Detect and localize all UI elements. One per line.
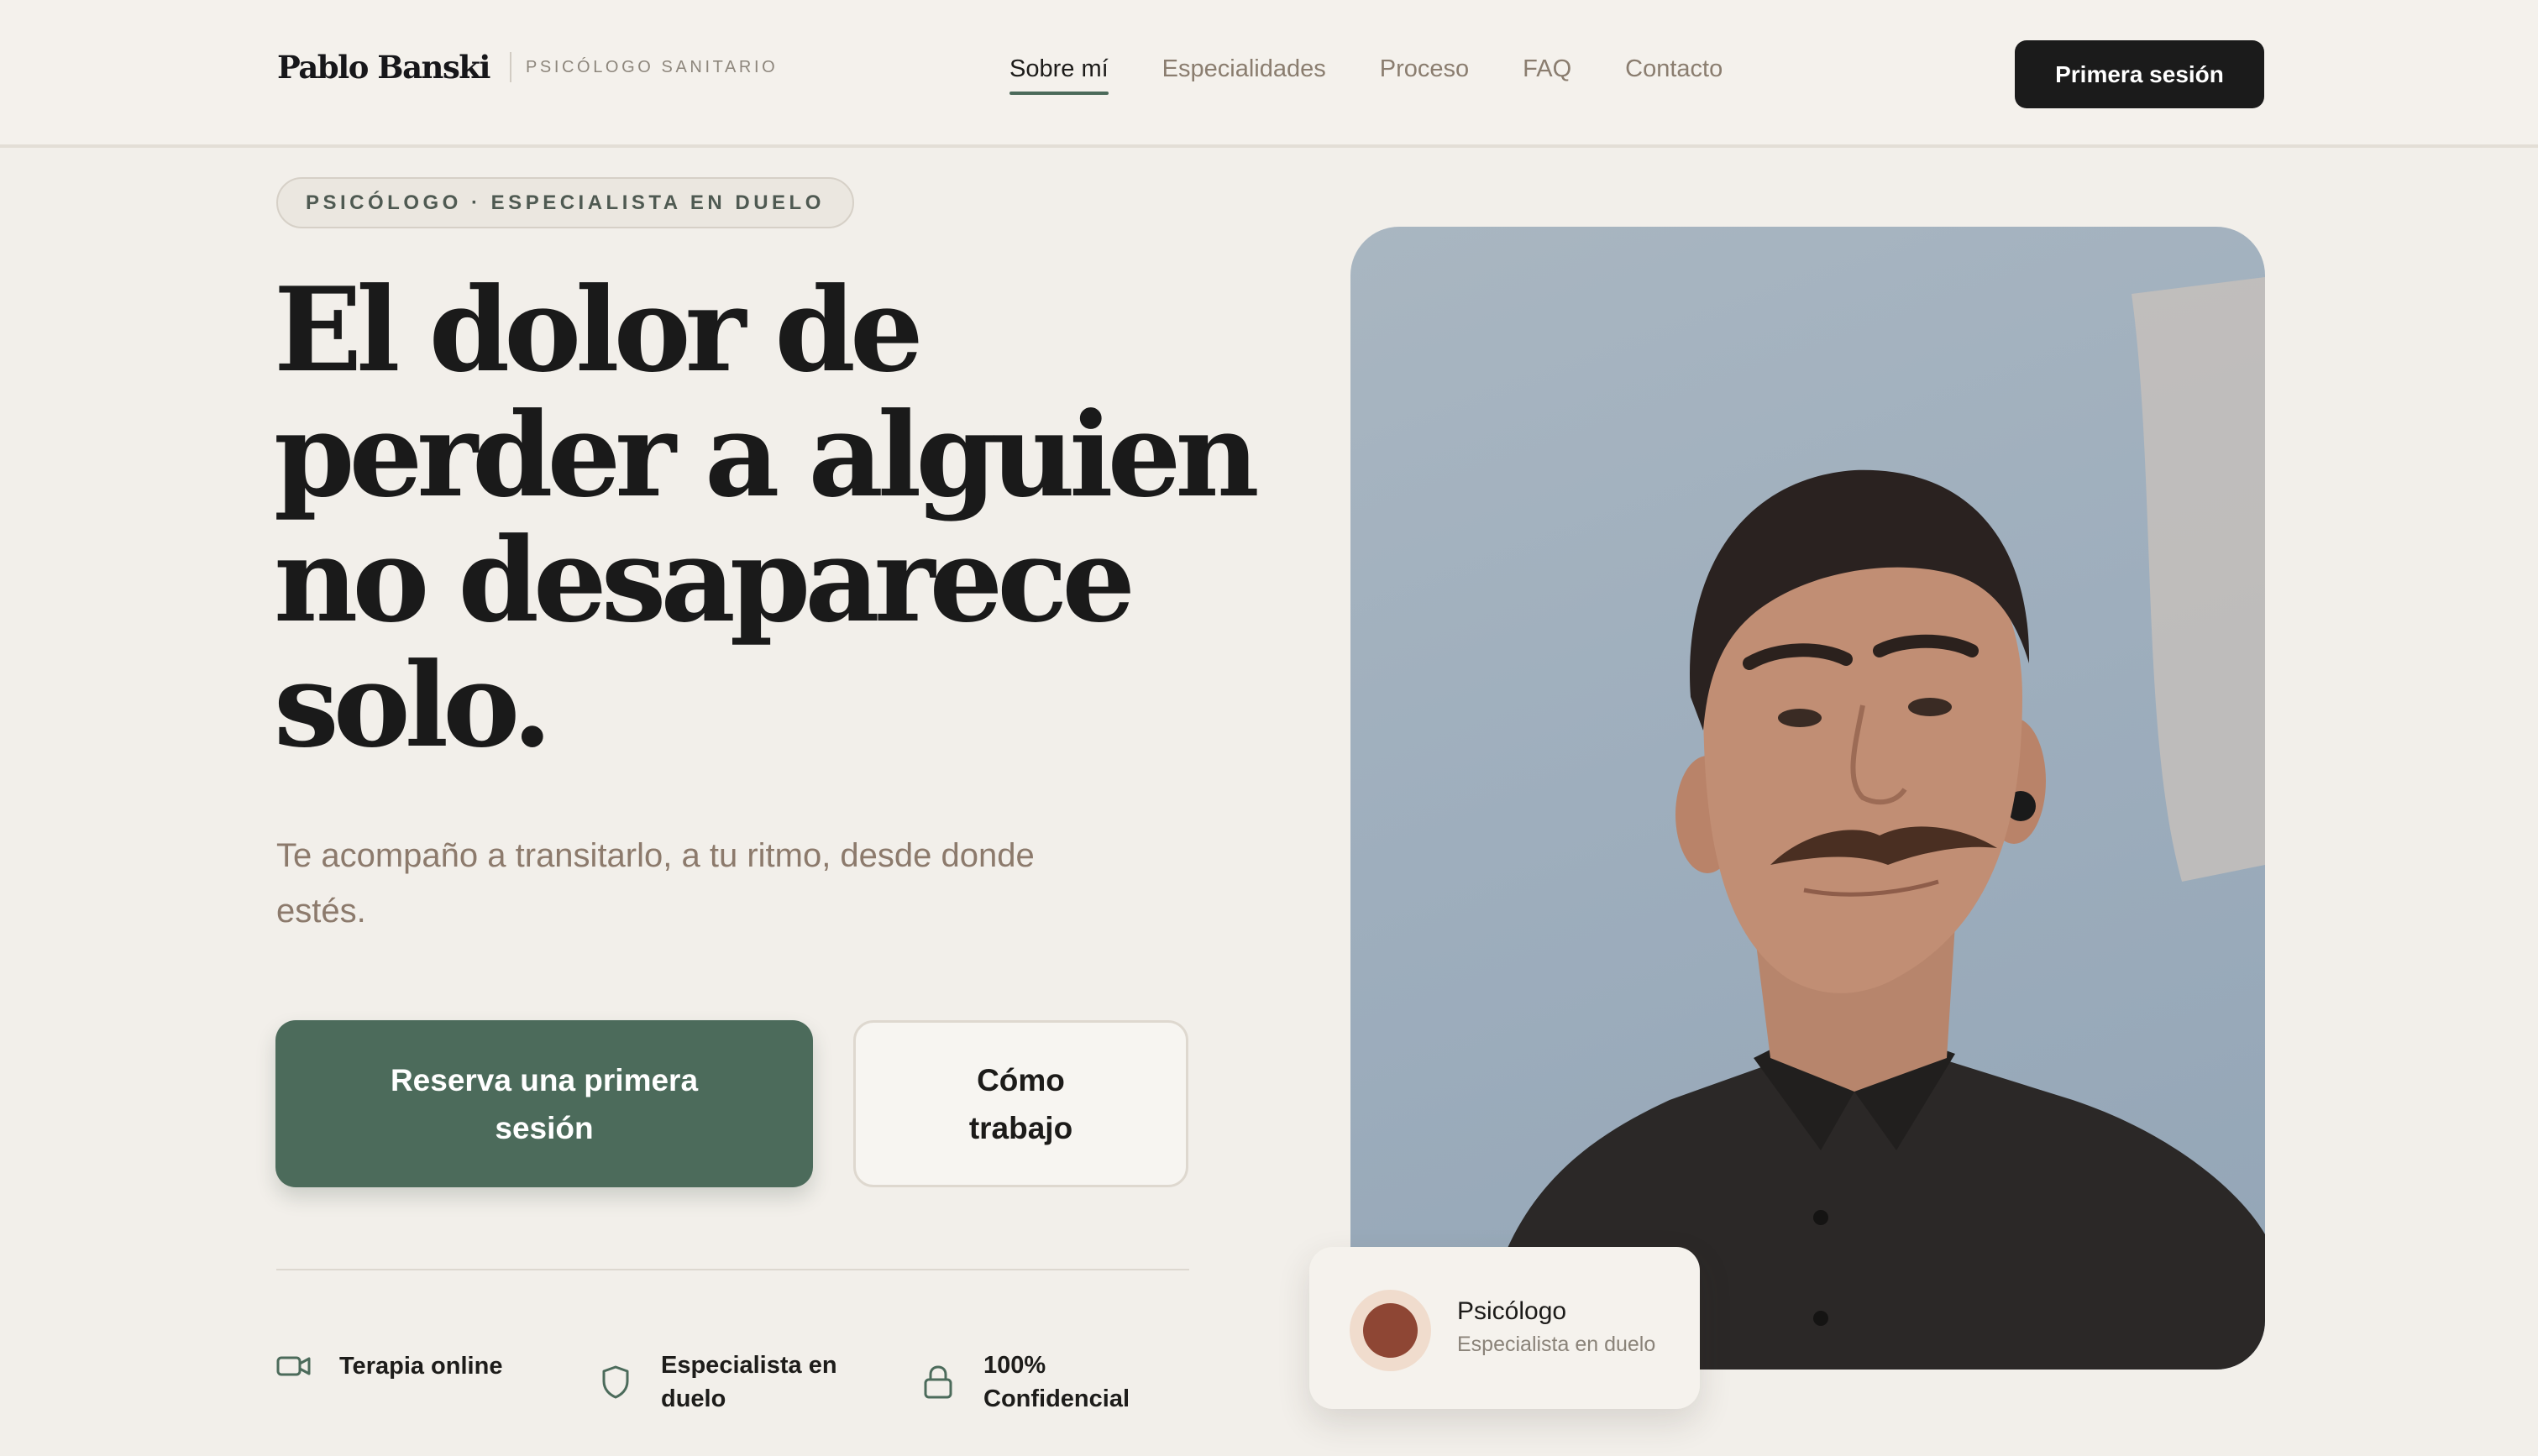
headline-line: no desaparece (274, 511, 1135, 648)
specialty-badge: PSICÓLOGO · ESPECIALISTA EN DUELO (276, 177, 854, 228)
headline-line: perder a alguien (274, 386, 1260, 523)
feature-online-therapy: Terapia online (276, 1349, 524, 1384)
video-camera-icon (276, 1349, 312, 1384)
profile-card-subtitle: Especialista en duelo (1457, 1333, 1656, 1356)
feature-confidential: 100% Confidencial (920, 1349, 1151, 1416)
feature-label: Terapia online (339, 1353, 503, 1380)
brand-name: Pablo Banski (277, 49, 490, 86)
headline-line: El dolor de (274, 261, 924, 398)
reserve-session-button[interactable]: Reserva una primera sesión (275, 1020, 813, 1187)
shield-icon (598, 1364, 633, 1400)
brand[interactable]: Pablo Banski PSICÓLOGO SANITARIO (277, 49, 778, 86)
feature-grief-specialist: Especialista en duelo (598, 1349, 854, 1416)
nav-link-sobre-mi[interactable]: Sobre mí (1009, 55, 1109, 95)
lock-icon (920, 1364, 956, 1400)
status-dot (1363, 1303, 1418, 1358)
nav-link-faq[interactable]: FAQ (1523, 55, 1571, 93)
brand-subtitle: PSICÓLOGO SANITARIO (525, 57, 779, 76)
how-i-work-button[interactable]: Cómo trabajo (853, 1020, 1188, 1187)
profile-card-title: Psicólogo (1457, 1297, 1567, 1325)
main-nav: Sobre mí Especialidades Proceso FAQ Cont… (1009, 55, 1776, 95)
hero-headline: El dolor de perder a alguien no desapare… (274, 261, 1260, 773)
landing-page: Pablo Banski PSICÓLOGO SANITARIO Sobre m… (0, 0, 2538, 1456)
feature-label: 100% Confidencial (983, 1352, 1130, 1412)
divider (276, 1269, 1189, 1270)
hero-subtitle: Te acompaño a transitarlo, a tu ritmo, d… (276, 837, 1035, 930)
site-header: Pablo Banski PSICÓLOGO SANITARIO Sobre m… (0, 0, 2538, 148)
therapist-portrait (1350, 227, 2265, 1370)
profile-card: Psicólogo Especialista en duelo (1309, 1247, 1700, 1409)
feature-label: Especialista en duelo (661, 1352, 837, 1412)
brand-divider (509, 52, 511, 82)
nav-link-especialidades[interactable]: Especialidades (1162, 55, 1326, 93)
nav-link-contacto[interactable]: Contacto (1625, 55, 1723, 93)
headline-line: solo. (274, 636, 553, 773)
primera-sesion-button[interactable]: Primera sesión (2015, 40, 2264, 108)
nav-link-proceso[interactable]: Proceso (1380, 55, 1469, 93)
